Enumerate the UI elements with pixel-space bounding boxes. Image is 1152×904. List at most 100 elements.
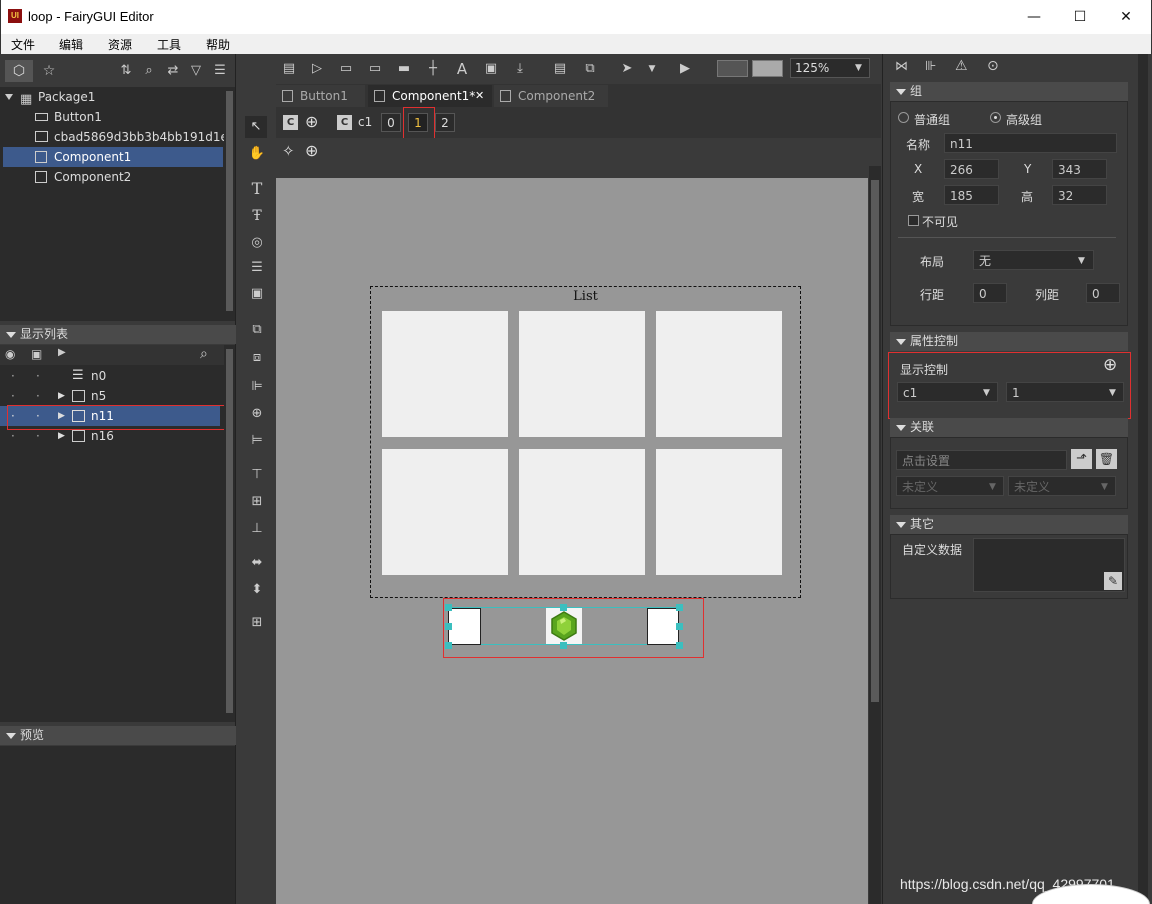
display-item-n0[interactable]: · · ☰ n0 — [0, 366, 220, 386]
invisible-checkbox[interactable] — [908, 215, 919, 226]
new-slider-icon[interactable]: ┼ — [424, 60, 442, 78]
library-scrollbar[interactable] — [224, 87, 235, 321]
visibility-dot-icon[interactable]: · — [11, 366, 15, 386]
list-cell[interactable] — [519, 449, 645, 575]
new-progressbar-icon[interactable]: ▬ — [395, 60, 413, 78]
close-button[interactable]: ✕ — [1103, 0, 1149, 34]
ungroup-tool-icon[interactable]: ⧈ — [247, 348, 267, 368]
same-height-icon[interactable]: ⬍ — [247, 580, 267, 600]
controller-page-0[interactable]: 0 — [381, 113, 401, 132]
controller-c-icon[interactable]: C — [283, 115, 298, 130]
align-middle-icon[interactable]: ⊞ — [247, 492, 267, 512]
collapse-icon[interactable] — [896, 425, 906, 431]
sort-icon[interactable]: ☰ — [211, 62, 229, 80]
height-field[interactable]: 32 — [1052, 185, 1107, 205]
group-tool-icon[interactable]: ⧉ — [247, 320, 267, 340]
tree-item-button1[interactable]: Button1 — [3, 107, 223, 127]
close-tab-icon[interactable]: ✕ — [475, 85, 484, 107]
name-field[interactable]: n11 — [944, 133, 1117, 153]
expand-arrow-icon[interactable]: ▶ — [58, 386, 65, 406]
inspector-scrollbar[interactable] — [1138, 54, 1148, 904]
swap-icon[interactable]: ⇄ — [164, 62, 182, 80]
menu-edit[interactable]: 编辑 — [59, 36, 83, 53]
align-left-icon[interactable]: ⊫ — [247, 377, 267, 397]
maximize-button[interactable]: ☐ — [1057, 0, 1103, 34]
chevron-down-icon[interactable]: ▼ — [989, 477, 996, 497]
same-width-icon[interactable]: ⬌ — [247, 553, 267, 573]
list-cell[interactable] — [382, 449, 508, 575]
col-gap-field[interactable]: 0 — [1086, 283, 1120, 303]
publish-icon[interactable]: ➤ — [618, 60, 636, 78]
import-icon[interactable]: ⤓ — [511, 60, 529, 78]
tree-item-component1[interactable]: Component1 — [3, 147, 223, 167]
run-icon[interactable]: ▶ — [676, 60, 694, 78]
graph-tool-icon[interactable]: ◎ — [247, 233, 267, 253]
bg-color-swatch[interactable] — [717, 60, 748, 77]
expand-arrow-icon[interactable] — [5, 94, 13, 100]
chevron-down-icon[interactable]: ▼ — [1101, 477, 1108, 497]
save-all-icon[interactable]: ⧉ — [581, 60, 599, 78]
scroll-thumb[interactable] — [226, 349, 233, 713]
play-icon[interactable]: ▶ — [58, 347, 66, 358]
visibility-dot-icon[interactable]: · — [11, 386, 15, 406]
select-tool-icon[interactable]: ↖ — [245, 116, 267, 138]
menu-file[interactable]: 文件 — [11, 36, 35, 53]
refresh-icon[interactable]: ⇅ — [117, 62, 135, 80]
new-font-icon[interactable]: A — [453, 60, 471, 78]
save-icon[interactable]: ▤ — [551, 60, 569, 78]
canvas-scrollbar[interactable] — [869, 166, 881, 904]
advanced-group-radio[interactable] — [990, 112, 1001, 123]
new-label-icon[interactable]: ▷ — [308, 60, 326, 78]
group-panel-header[interactable]: 组 — [890, 82, 1128, 101]
list-cell[interactable] — [656, 449, 782, 575]
relation-type-select-1[interactable]: 未定义 ▼ — [896, 476, 1004, 496]
width-field[interactable]: 185 — [944, 185, 999, 205]
add-transition-icon[interactable]: ⊕ — [305, 141, 318, 160]
new-component-icon[interactable]: ▤ — [280, 60, 298, 78]
new-combobox-icon[interactable]: ▭ — [366, 60, 384, 78]
x-field[interactable]: 266 — [944, 159, 999, 179]
scroll-thumb[interactable] — [871, 180, 879, 702]
chevron-down-icon[interactable]: ▼ — [1078, 251, 1085, 271]
collapse-icon[interactable] — [896, 339, 906, 345]
relation-type-select-2[interactable]: 未定义 ▼ — [1008, 476, 1116, 496]
filter-icon[interactable]: ▽ — [187, 62, 205, 80]
tree-item-package1[interactable]: ▦ Package1 — [3, 87, 223, 107]
relation-pick-icon[interactable]: ⬏ — [1071, 449, 1092, 469]
favorites-star-icon[interactable]: ☆ — [36, 60, 62, 82]
relation-panel-header[interactable]: 关联 — [890, 418, 1128, 437]
new-movieclip-icon[interactable]: ▣ — [482, 60, 500, 78]
controller-name[interactable]: c1 — [358, 115, 372, 129]
controller-page-2[interactable]: 2 — [435, 113, 455, 132]
publish-dropdown-icon[interactable]: ▼ — [643, 60, 661, 78]
display-list-scrollbar[interactable] — [224, 345, 235, 722]
inspector-tab-icon[interactable]: ⋈ — [895, 59, 908, 74]
search-icon[interactable]: ⌕ — [200, 346, 208, 362]
menu-resources[interactable]: 资源 — [108, 36, 132, 53]
hand-tool-icon[interactable]: ✋ — [247, 144, 267, 164]
tab-button1[interactable]: Button1 — [276, 85, 365, 107]
other-panel-header[interactable]: 其它 — [890, 515, 1128, 534]
collapse-icon[interactable] — [6, 332, 16, 338]
relation-target-field[interactable]: 点击设置 — [896, 450, 1067, 470]
controller-c-icon[interactable]: C — [337, 115, 352, 130]
list-cell[interactable] — [519, 311, 645, 437]
tree-item-component2[interactable]: Component2 — [3, 167, 223, 187]
display-list-header[interactable]: 显示列表 — [0, 325, 236, 344]
align-center-icon[interactable]: ⊕ — [247, 404, 267, 424]
row-gap-field[interactable]: 0 — [973, 283, 1007, 303]
align-right-icon[interactable]: ⊨ — [247, 431, 267, 451]
custom-data-field[interactable] — [973, 538, 1125, 592]
zoom-select[interactable]: 125% ▼ — [790, 58, 870, 78]
add-controller-icon[interactable]: ⊕ — [305, 112, 318, 131]
list-cell[interactable] — [382, 311, 508, 437]
collapse-icon[interactable] — [6, 733, 16, 739]
fg-color-swatch[interactable] — [752, 60, 783, 77]
layout-select[interactable]: 无 ▼ — [973, 250, 1094, 270]
scroll-thumb[interactable] — [226, 91, 233, 311]
list-tool-icon[interactable]: ☰ — [247, 258, 267, 278]
search-icon[interactable]: ⌕ — [140, 62, 158, 80]
collapse-icon[interactable] — [896, 89, 906, 95]
loader-tool-icon[interactable]: ▣ — [247, 284, 267, 304]
trash-icon[interactable]: 🗑 — [1096, 449, 1117, 469]
